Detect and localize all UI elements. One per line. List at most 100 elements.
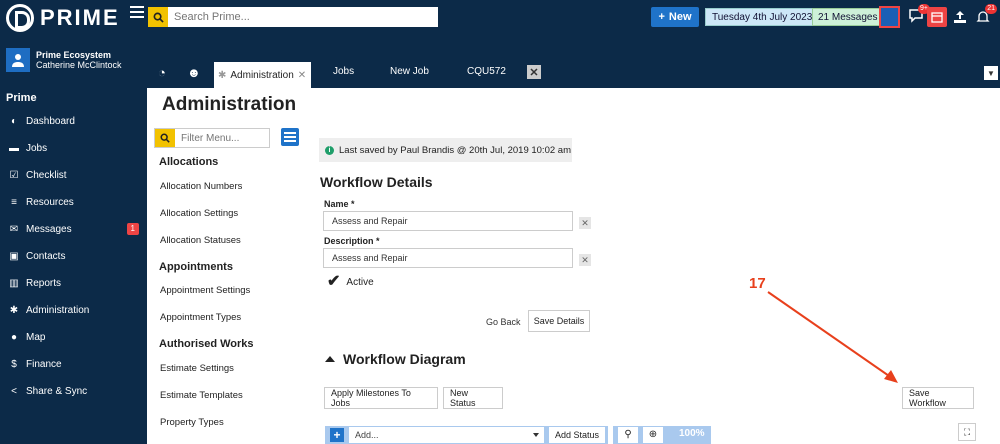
annotation-arrow	[767, 291, 898, 383]
plus-icon[interactable]: +	[330, 428, 344, 442]
sidebar-item-label: Dashboard	[26, 115, 75, 127]
global-search	[148, 7, 438, 27]
chat-notifications-icon[interactable]: 9+	[906, 4, 930, 27]
messages-badge: 1	[126, 223, 139, 235]
fullscreen-icon[interactable]: ⛶	[958, 423, 976, 441]
submenu-item[interactable]: Appointment Types	[160, 312, 241, 323]
save-workflow-button[interactable]: Save Workflow	[902, 387, 974, 409]
search-icon[interactable]	[148, 7, 168, 27]
bell-icon[interactable]: 21	[973, 4, 997, 27]
active-label: Active	[346, 276, 374, 288]
zoom-controls: ⚲ ⊕ 100%	[613, 426, 711, 444]
sidebar-item-messages[interactable]: ✉ Messages 1	[0, 217, 147, 241]
chevron-down-icon[interactable]: ▼	[984, 66, 998, 80]
sidebar-item-label: Share & Sync	[26, 385, 88, 397]
tab-administration[interactable]: ✱ Administration ✕	[214, 62, 311, 88]
save-details-button[interactable]: Save Details	[528, 310, 590, 332]
list-view-icon[interactable]	[281, 128, 299, 146]
menu-toggle-icon[interactable]	[130, 6, 144, 18]
date-display[interactable]: Tuesday 4th July 2023	[705, 8, 820, 26]
add-select[interactable]: Add...	[349, 427, 544, 443]
submenu-item[interactable]: Allocation Settings	[160, 208, 238, 219]
close-icon[interactable]: ✕	[298, 70, 306, 81]
diagram-toolbar: + Add... Add Status ⚲ ⊕ 100% ⛶	[323, 423, 998, 444]
search-input[interactable]	[168, 7, 436, 27]
tab-new-job[interactable]: New Job	[390, 66, 429, 77]
sidebar-item-administration[interactable]: ✱ Administration	[0, 298, 147, 322]
submenu-heading: Allocations	[159, 156, 219, 168]
tab-bar: ◔ ☻ ✱ Administration ✕ Jobs New Job CQU5…	[147, 36, 1000, 88]
users-icon[interactable]: ☻	[187, 65, 201, 80]
prime-logo-icon	[6, 4, 34, 32]
dashboard-icon: ◐	[10, 115, 18, 127]
clear-description-icon[interactable]: ✕	[579, 254, 591, 266]
messages-count[interactable]: 21 Messages	[812, 8, 884, 26]
sidebar-item-jobs[interactable]: ▬ Jobs	[0, 136, 147, 160]
search-icon[interactable]	[155, 129, 175, 147]
address-book-icon: ▣	[9, 250, 19, 262]
dollar-icon: $	[11, 358, 17, 370]
tab-label: Administration	[230, 69, 294, 81]
zoom-in-icon[interactable]: ⊕	[643, 427, 663, 443]
submenu-item[interactable]: Estimate Templates	[160, 390, 243, 401]
app-name: PRIME	[40, 5, 120, 30]
database-icon: ≡	[11, 196, 17, 208]
apply-milestones-button[interactable]: Apply Milestones To Jobs	[324, 387, 438, 409]
zoom-level: 100%	[679, 428, 705, 439]
upload-icon[interactable]	[950, 7, 970, 27]
submenu-heading: Appointments	[159, 261, 233, 273]
submenu-item[interactable]: Property Types	[160, 417, 224, 428]
filter-menu-input[interactable]	[175, 129, 267, 147]
name-label: Name *	[324, 199, 355, 209]
top-bar: PRIME + New Tuesday 4th July 2023 21 Mes…	[0, 0, 1000, 36]
submenu-item[interactable]: Allocation Numbers	[160, 181, 242, 192]
submenu-item[interactable]: Appointment Settings	[160, 285, 250, 296]
workflow-details-heading: Workflow Details	[320, 174, 433, 190]
tab-cqu572[interactable]: CQU572	[467, 66, 506, 77]
user-org: Prime Ecosystem	[36, 50, 112, 60]
add-select-value: Add...	[355, 430, 379, 440]
prime-logo[interactable]: PRIME	[6, 4, 120, 32]
sidebar-item-contacts[interactable]: ▣ Contacts	[0, 244, 147, 268]
user-color-swatch[interactable]	[879, 6, 900, 28]
user-profile[interactable]: Prime Ecosystem Catherine McClintock	[0, 43, 147, 77]
sidebar-item-resources[interactable]: ≡ Resources	[0, 190, 147, 214]
active-checkbox[interactable]: ✔ Active	[327, 274, 374, 290]
new-status-button[interactable]: New Status	[443, 387, 503, 409]
sidebar-item-label: Resources	[26, 196, 74, 208]
info-icon: i	[325, 145, 334, 155]
zoom-out-icon[interactable]: ⚲	[618, 427, 638, 443]
envelope-icon: ✉	[9, 223, 19, 235]
go-back-link[interactable]: Go Back	[486, 317, 521, 327]
sidebar-item-label: Administration	[26, 304, 90, 316]
sidebar-item-dashboard[interactable]: ◐ Dashboard	[0, 109, 147, 133]
globe-icon: ●	[10, 331, 18, 343]
sidebar-item-finance[interactable]: $ Finance	[0, 352, 147, 376]
gear-icon: ✱	[9, 304, 19, 316]
submenu-item[interactable]: Allocation Statuses	[160, 235, 241, 246]
submenu-item[interactable]: Estimate Settings	[160, 363, 234, 374]
add-status-group: + Add... Add Status	[325, 426, 608, 444]
speedometer-icon[interactable]: ◔	[158, 65, 166, 80]
description-label: Description *	[324, 236, 380, 246]
name-field[interactable]: Assess and Repair	[323, 211, 573, 231]
add-status-button[interactable]: Add Status	[549, 427, 605, 443]
new-button[interactable]: + New	[651, 7, 699, 27]
sidebar-item-reports[interactable]: ▥ Reports	[0, 271, 147, 295]
sidebar-item-share-sync[interactable]: < Share & Sync	[0, 379, 147, 403]
clear-name-icon[interactable]: ✕	[579, 217, 591, 229]
sidebar-item-label: Finance	[26, 358, 62, 370]
new-button-label: New	[668, 11, 692, 23]
filter-menu	[154, 128, 270, 148]
submenu-heading: Authorised Works	[159, 338, 254, 350]
collapse-icon	[325, 356, 335, 362]
sidebar-item-label: Map	[26, 331, 46, 343]
close-tab-icon[interactable]: ✕	[527, 65, 541, 79]
tab-jobs[interactable]: Jobs	[333, 66, 354, 77]
workflow-diagram-toggle[interactable]: Workflow Diagram	[325, 351, 466, 367]
calendar-icon[interactable]	[927, 7, 947, 27]
avatar	[6, 48, 30, 72]
sidebar-item-map[interactable]: ● Map	[0, 325, 147, 349]
description-field[interactable]: Assess and Repair	[323, 248, 573, 268]
sidebar-item-checklist[interactable]: ☑ Checklist	[0, 163, 147, 187]
